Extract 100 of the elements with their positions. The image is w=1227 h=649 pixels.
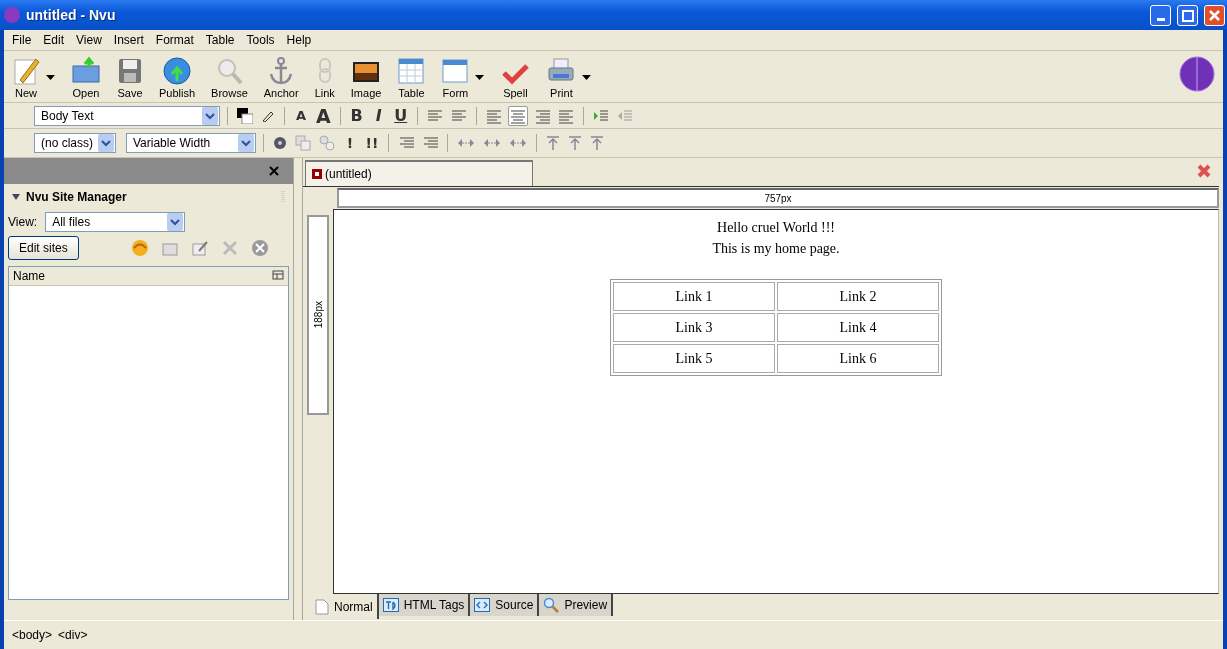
align-center-button[interactable] [507,105,528,126]
pencil-page-icon [12,56,40,86]
maximize-icon [1180,7,1195,23]
menu-item[interactable]: Help [280,33,318,47]
pencil-icon [262,109,274,122]
align-top-button[interactable] [544,133,562,153]
lines-icon [422,135,438,151]
toolbar-button[interactable]: Anchor [263,56,299,99]
status-tag[interactable]: <body> [12,628,53,642]
menu-item[interactable]: View [70,33,108,47]
font-dropdown[interactable]: Variable Width [126,133,256,153]
close-tab-icon [1197,163,1211,178]
table-cell: Link 2 [777,282,939,311]
view-tab[interactable]: Source [470,594,540,616]
align-right-icon [533,107,550,124]
color-swatch-icon [237,107,253,124]
globe-icon [162,56,193,86]
document-icon [312,169,322,179]
close-icon [269,166,279,176]
menu-item[interactable]: File [6,33,38,47]
italic-button[interactable]: I [369,105,388,126]
lines-icon [398,135,414,151]
indent-icon [592,107,609,124]
class-dropdown[interactable]: (no class) [34,133,116,153]
larger-text-button[interactable]: A [314,105,333,126]
table-cell: Link 1 [613,282,775,311]
minimize-icon [1156,17,1165,21]
view-dropdown[interactable]: All files [45,212,186,232]
code-brackets-icon [474,598,491,612]
numbered-list-icon [426,107,443,124]
toolbar-button[interactable]: Print [546,56,592,99]
menu-item[interactable]: Tools [240,33,281,47]
align-center-icon [509,107,526,124]
form-window-icon [441,56,470,86]
priority-button[interactable]: !! [363,133,381,153]
toolbar-button[interactable]: Image [350,56,382,99]
collapse-triangle-icon [12,194,20,200]
dropdown-arrow-icon [582,75,592,80]
menu-item[interactable]: Insert [107,33,150,47]
ruler-label: 188px [312,301,324,329]
close-button[interactable] [1204,4,1225,26]
maximize-button[interactable] [1177,4,1198,26]
table-cell: Link 4 [777,313,939,342]
column-header[interactable]: Name [13,269,45,283]
toolbar-button[interactable]: Form [441,56,485,99]
page-text: Hello cruel World !!! [717,219,835,237]
toolbar-button[interactable]: Publish [159,56,196,99]
column-picker-icon [272,270,284,282]
smaller-text-button[interactable]: A [292,105,310,126]
menu-item[interactable]: Table [199,33,241,47]
layers-icon [295,135,311,151]
stop-icon [250,239,269,257]
align-justify-icon [557,107,574,124]
dropdown-arrow-icon [46,75,55,80]
toolbar-button[interactable]: Open [71,56,101,99]
toolbar-button[interactable]: New [12,56,55,99]
menu-item[interactable]: Edit [37,33,71,47]
minimize-button[interactable] [1150,4,1171,26]
bold-button[interactable]: B [347,105,366,126]
view-tab[interactable]: HTML Tags [378,594,471,616]
underline-button[interactable]: U [391,105,410,126]
delete-icon [220,239,239,257]
document-tab[interactable]: (untitled) [305,160,533,186]
window-title: untitled - Nvu [26,7,117,23]
site-tree[interactable]: Name [8,266,289,600]
layers-icon [319,135,335,151]
page-text: This is my home page. [712,240,840,258]
status-tag[interactable]: <div> [58,628,88,642]
table-grid-icon [397,56,426,86]
td-tag-icon [382,598,399,612]
magnifier-icon [215,56,244,86]
folder-arrow-icon [71,56,101,86]
toolbar-button[interactable]: Save [117,56,143,99]
magnifier-icon [543,597,560,613]
ruler-label: 757px [764,192,792,204]
bullet-list-icon [450,107,467,124]
table-cell: Link 5 [613,344,775,373]
view-tab[interactable]: Preview [539,594,614,616]
outdent-icon [616,107,633,124]
page-icon [315,598,329,615]
text-color-button[interactable] [235,105,255,126]
edit-icon [190,239,209,257]
align-left-icon [485,107,502,124]
paragraph-style-dropdown[interactable]: Body Text [34,105,220,126]
edit-sites-button[interactable]: Edit sites [8,236,79,260]
priority-button[interactable]: ! [341,133,359,153]
toolbar-button[interactable]: Spell [500,56,531,99]
dropdown-arrow-icon [475,75,485,80]
app-logo-icon [4,7,20,23]
app-logo-icon [1179,55,1215,92]
table-cell: Link 3 [613,313,775,342]
align-top-icon [546,135,560,151]
close-icon [1207,7,1222,23]
layer-position-button[interactable] [317,133,337,153]
toolbar-button[interactable]: Table [397,56,426,99]
table-cell: Link 6 [777,344,939,373]
menu-item[interactable]: Format [149,33,200,47]
panel-title: Nvu Site Manager [26,190,128,204]
target-icon [273,136,287,150]
view-label: View: [8,215,38,229]
